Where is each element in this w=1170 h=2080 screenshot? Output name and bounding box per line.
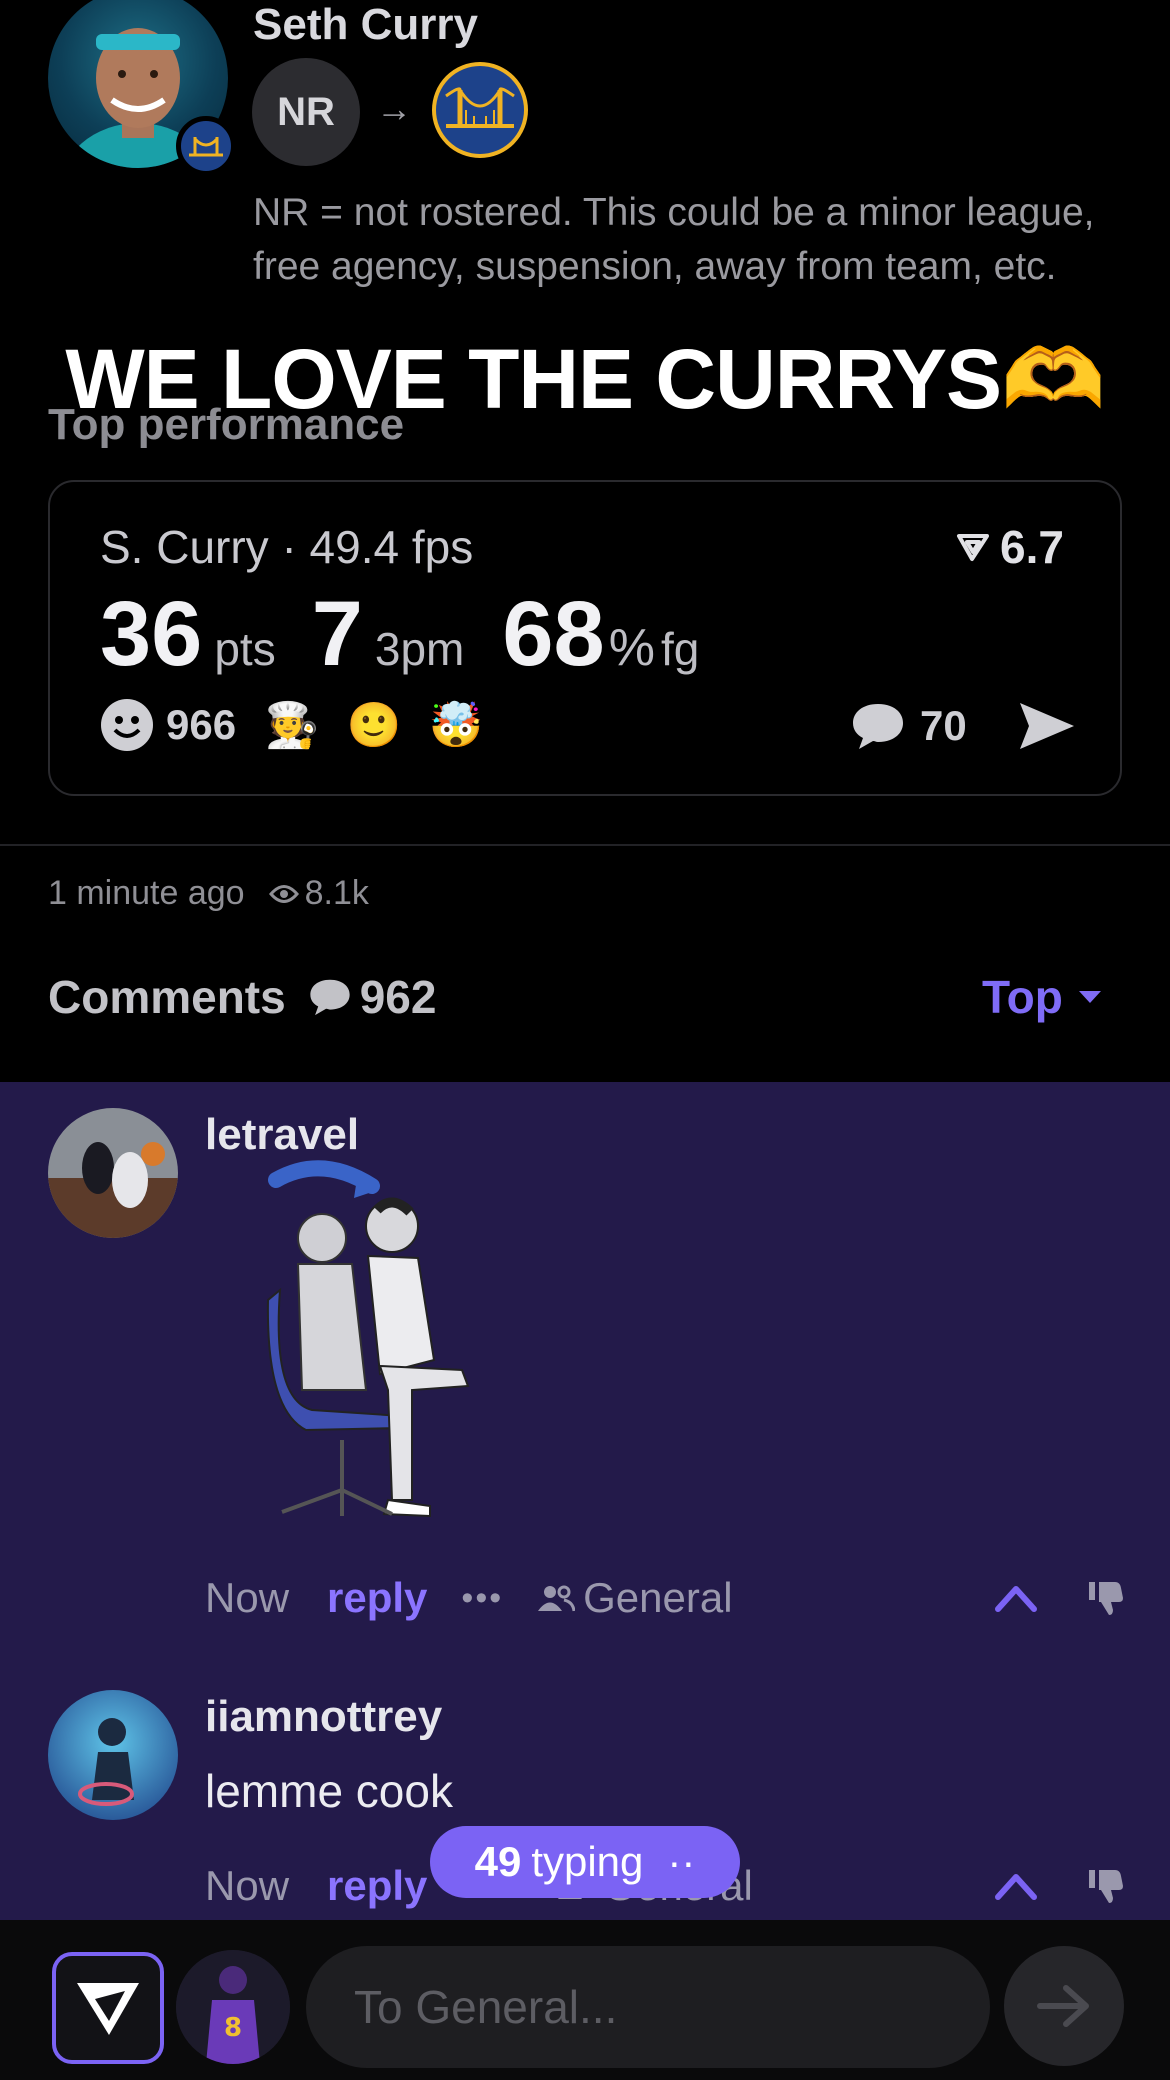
fg-label: fg bbox=[660, 623, 700, 675]
comments-title: Comments bbox=[48, 971, 286, 1023]
share-send-icon[interactable] bbox=[1017, 700, 1077, 752]
performance-player-line: S. Curry · 49.4 fps bbox=[100, 521, 474, 573]
comment-time: Now bbox=[205, 1862, 290, 1909]
typing-label: typing bbox=[531, 1838, 644, 1885]
chevron-down-icon bbox=[1078, 991, 1101, 1003]
fg-percent: % bbox=[608, 619, 655, 677]
threes-label: 3pm bbox=[374, 623, 465, 675]
comments-header: Comments 962 bbox=[48, 970, 436, 1024]
threes-value: 7 bbox=[311, 583, 363, 685]
points-value: 36 bbox=[100, 583, 203, 685]
typing-dots: ·· bbox=[667, 1838, 696, 1885]
fg-value: 68 bbox=[502, 583, 605, 685]
reply-button[interactable]: reply bbox=[327, 1574, 427, 1622]
message-input[interactable] bbox=[306, 1946, 990, 2068]
player-name[interactable]: Seth Curry bbox=[253, 0, 478, 50]
performance-score-value: 6.7 bbox=[1000, 521, 1064, 573]
send-button[interactable] bbox=[1004, 1946, 1124, 2066]
comments-section bbox=[0, 1082, 1170, 1920]
people-icon bbox=[538, 1585, 576, 1612]
thumbs-down-icon[interactable] bbox=[1087, 1868, 1125, 1904]
warriors-badge-icon bbox=[176, 116, 236, 176]
app-logo-button[interactable] bbox=[52, 1952, 164, 2064]
comments-count: 962 bbox=[359, 971, 437, 1023]
app-logo-icon bbox=[957, 534, 989, 561]
performance-score: 6.7 bbox=[956, 520, 1064, 574]
reaction-emoji-player[interactable]: 🙂 bbox=[347, 699, 402, 751]
warriors-logo-icon[interactable] bbox=[432, 62, 528, 158]
not-rostered-note: NR = not rostered. This could be a minor… bbox=[253, 191, 1095, 288]
user-avatar[interactable]: 8 bbox=[176, 1950, 290, 2064]
typing-indicator[interactable]: 49 typing ·· bbox=[430, 1826, 740, 1898]
typing-count: 49 bbox=[474, 1838, 522, 1885]
comment-username[interactable]: iiamnottrey bbox=[205, 1692, 442, 1742]
channel-tag[interactable]: General bbox=[537, 1574, 733, 1622]
upvote-chevron-icon[interactable] bbox=[995, 1872, 1037, 1900]
comment-text: lemme cook bbox=[205, 1765, 453, 1817]
eye-icon bbox=[268, 884, 299, 903]
thumbs-down-icon[interactable] bbox=[1087, 1580, 1125, 1616]
post-time: 1 minute ago bbox=[48, 874, 245, 912]
avatar[interactable] bbox=[48, 1108, 178, 1238]
view-count-group: 8.1k bbox=[268, 874, 369, 913]
stat-line: 36 pts 7 3pm 68 % fg bbox=[100, 582, 699, 687]
card-comments-button[interactable]: 70 bbox=[850, 701, 967, 751]
comment-time: Now bbox=[205, 1574, 290, 1621]
not-rostered-badge: NR bbox=[252, 58, 360, 166]
avatar[interactable] bbox=[48, 1690, 178, 1820]
divider bbox=[0, 844, 1170, 846]
reaction-emoji-mindblown[interactable]: 🤯 bbox=[429, 699, 484, 751]
smiley-icon bbox=[101, 699, 153, 751]
arrow-right-icon: → bbox=[376, 88, 412, 129]
sort-dropdown[interactable]: Top bbox=[982, 970, 1103, 1024]
comment-action-row: Now reply ••• General bbox=[205, 1574, 1125, 1622]
reaction-button[interactable]: 966 bbox=[100, 698, 236, 752]
svg-text:8: 8 bbox=[224, 2013, 242, 2043]
sort-label: Top bbox=[982, 971, 1063, 1023]
comment-image[interactable] bbox=[262, 1160, 512, 1530]
app-logo-icon bbox=[77, 1983, 139, 2035]
more-options-button[interactable]: ••• bbox=[461, 1579, 503, 1618]
reaction-count: 966 bbox=[166, 701, 237, 748]
points-label: pts bbox=[214, 623, 276, 675]
reply-button[interactable]: reply bbox=[327, 1862, 427, 1910]
overlay-caption: WE LOVE THE CURRYS🫶 bbox=[65, 332, 1105, 426]
reaction-emoji-cook[interactable]: 🧑‍🍳 bbox=[265, 699, 320, 751]
card-actions: 70 bbox=[850, 700, 1077, 752]
speech-bubble-icon bbox=[853, 704, 903, 749]
upvote-chevron-icon[interactable] bbox=[995, 1584, 1037, 1612]
view-count: 8.1k bbox=[304, 874, 369, 912]
comment-username[interactable]: letravel bbox=[205, 1110, 359, 1160]
reactions-row: 966 🧑‍🍳 🙂 🤯 bbox=[100, 698, 484, 752]
arrow-right-icon bbox=[1037, 1985, 1089, 2027]
card-comment-count: 70 bbox=[920, 702, 967, 749]
speech-bubble-icon bbox=[310, 979, 350, 1016]
channel-label: General bbox=[583, 1574, 733, 1621]
post-meta: 1 minute ago 8.1k bbox=[48, 874, 369, 913]
